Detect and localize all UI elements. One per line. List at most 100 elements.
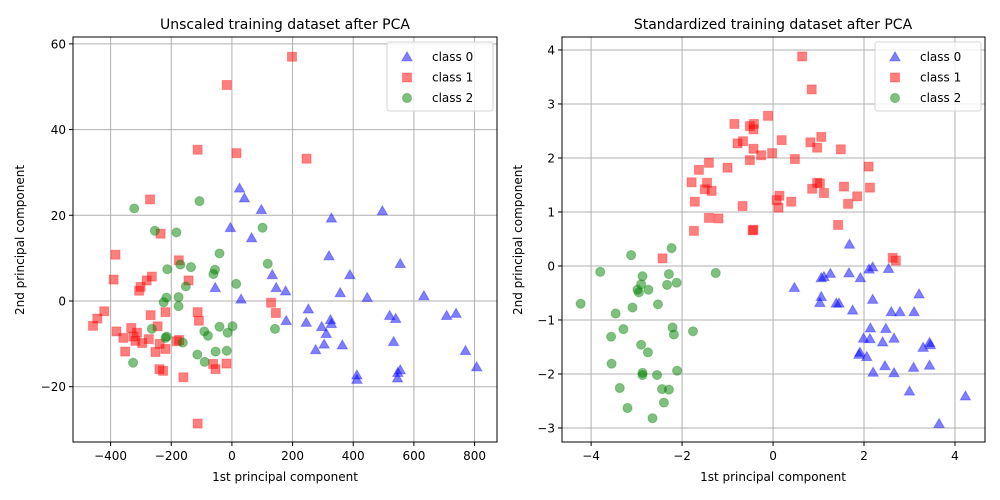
legend: class 0 class 1 class 2 [874, 41, 982, 112]
point-class-0 [879, 322, 892, 333]
x-axis-label: 1st principal component [700, 470, 846, 484]
y-axis-ticks: −20 0 20 40 60 [41, 37, 73, 394]
point-class-2 [710, 267, 721, 279]
point-class-0 [238, 191, 251, 203]
point-class-0 [234, 293, 248, 304]
point-class-2 [647, 413, 658, 424]
point-class-1 [797, 51, 808, 62]
point-class-2 [626, 250, 637, 261]
point-class-0 [209, 281, 222, 293]
point-class-1 [843, 198, 854, 209]
point-class-2 [666, 243, 677, 254]
point-class-2 [663, 268, 674, 280]
point-class-2 [149, 225, 160, 236]
point-class-1 [833, 219, 844, 230]
point-class-1 [703, 212, 714, 223]
point-class-2 [606, 331, 617, 342]
point-class-1 [143, 334, 154, 345]
x-tick-label: −2 [673, 449, 691, 463]
point-class-2 [668, 329, 679, 340]
point-class-2 [595, 266, 606, 277]
point-class-2 [618, 324, 629, 335]
point-class-2 [231, 278, 242, 289]
point-class-1 [160, 307, 171, 318]
point-class-2 [160, 332, 171, 343]
point-class-1 [816, 131, 827, 142]
point-class-0 [440, 309, 453, 320]
point-class-2 [129, 203, 140, 214]
point-class-2 [210, 346, 221, 357]
point-class-2 [636, 339, 647, 350]
point-class-0 [843, 238, 856, 249]
point-class-0 [233, 182, 246, 193]
point-class-2 [610, 308, 621, 319]
legend: class 0 class 1 class 2 [386, 41, 494, 112]
point-class-2 [199, 356, 210, 367]
point-class-1 [806, 84, 817, 95]
point-class-0 [932, 417, 946, 429]
point-class-2 [651, 369, 663, 381]
point-class-2 [633, 287, 644, 298]
point-class-0 [824, 267, 837, 278]
point-class-1 [814, 178, 825, 189]
point-class-0 [842, 266, 856, 278]
point-class-2 [614, 382, 625, 394]
y-tick-label: 20 [51, 209, 66, 223]
point-class-1 [713, 213, 724, 224]
point-class-2 [663, 384, 674, 395]
y-axis-label: 2nd principal component [13, 165, 27, 315]
x-tick-label: −4 [582, 449, 600, 463]
point-class-0 [280, 314, 293, 326]
legend-label-class-1: class 1 [920, 71, 961, 85]
point-class-0 [449, 307, 463, 318]
point-class-2 [221, 345, 232, 356]
point-class-2 [158, 297, 169, 308]
point-class-0 [907, 361, 920, 372]
point-class-2 [214, 248, 225, 259]
point-class-1 [686, 177, 697, 188]
point-class-2 [177, 337, 188, 348]
point-class-1 [270, 308, 281, 318]
y-tick-label: 4 [547, 43, 555, 57]
point-class-1 [789, 154, 800, 165]
point-class-1 [150, 347, 161, 357]
point-class-1 [812, 142, 823, 153]
point-class-0 [866, 293, 879, 304]
point-class-2 [214, 321, 225, 332]
figure: Unscaled training dataset after PCA −400… [13, 17, 986, 484]
point-class-2 [173, 292, 184, 303]
point-class-1 [108, 274, 119, 285]
point-class-0 [322, 249, 336, 261]
point-class-2 [127, 357, 139, 368]
y-axis-label: 2nd principal component [511, 165, 525, 315]
point-class-0 [459, 344, 472, 356]
point-class-1 [756, 150, 767, 161]
point-class-2 [269, 323, 281, 334]
point-class-0 [279, 284, 292, 296]
point-class-2 [194, 196, 205, 207]
x-tick-label: 0 [769, 449, 777, 463]
point-class-1 [693, 164, 704, 175]
point-class-1 [763, 110, 774, 121]
point-class-2 [658, 397, 669, 408]
point-class-1 [158, 365, 169, 376]
point-class-0 [245, 231, 258, 243]
y-tick-label: −1 [537, 313, 555, 327]
point-class-1 [835, 144, 846, 155]
point-class-1 [852, 191, 863, 202]
point-class-1 [657, 253, 668, 264]
point-class-1 [210, 364, 221, 375]
point-class-1 [738, 136, 749, 147]
point-class-1 [818, 188, 829, 199]
point-class-2 [671, 365, 683, 376]
point-class-2 [185, 262, 197, 273]
point-class-0 [318, 338, 331, 349]
point-class-1 [786, 196, 797, 207]
point-class-0 [923, 359, 936, 370]
point-class-0 [394, 257, 407, 269]
point-class-2 [606, 358, 617, 369]
point-class-2 [575, 298, 586, 309]
point-class-1 [722, 162, 733, 173]
point-class-2 [227, 321, 238, 332]
x-tick-label: 600 [402, 449, 425, 463]
